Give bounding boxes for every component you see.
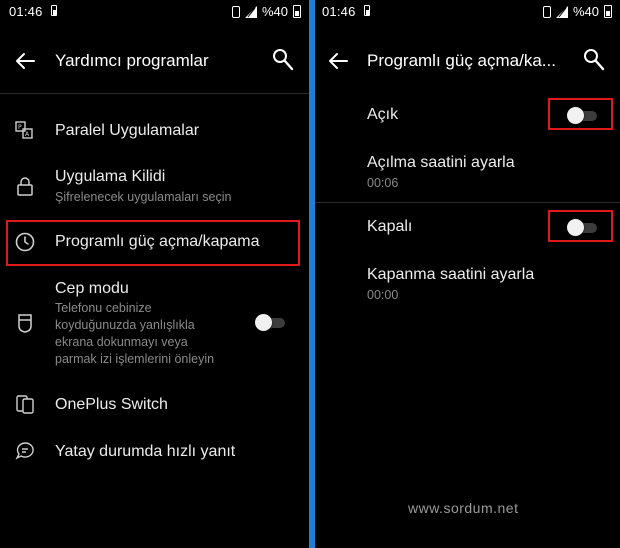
power-on-label: Açık xyxy=(367,106,399,123)
list-item-label: Cep modu xyxy=(55,280,129,297)
list-item-parallel-apps[interactable]: PA Paralel Uygulamalar xyxy=(0,110,309,150)
back-arrow-icon[interactable] xyxy=(14,50,36,72)
signal-icon xyxy=(555,5,568,18)
list-item-subtitle-line: koyduğunuzda yanlışlıkla xyxy=(55,318,195,332)
power-on-time-value: 00:06 xyxy=(367,176,399,190)
list-item-subtitle-line: Telefonu cebinize xyxy=(55,301,152,315)
divider xyxy=(315,202,620,203)
app-bar: Programlı güç açma/ka... xyxy=(315,22,620,100)
battery-percent: %40 xyxy=(261,4,288,19)
page-title: Programlı güç açma/ka... xyxy=(367,51,556,70)
back-arrow-icon[interactable] xyxy=(327,50,349,72)
status-bar: 01:46 %40 xyxy=(0,0,309,22)
power-off-label: Kapalı xyxy=(367,218,413,235)
highlight-box xyxy=(548,98,613,130)
power-off-time-value: 00:00 xyxy=(367,288,399,302)
power-off-time-label: Kapanma saatini ayarla xyxy=(367,266,535,283)
pocket-mode-toggle[interactable] xyxy=(255,314,285,331)
highlight-box xyxy=(548,210,613,242)
battery-icon xyxy=(604,5,612,18)
vibrate-icon xyxy=(542,5,551,18)
toggle-thumb xyxy=(255,314,272,331)
pocket-icon xyxy=(18,314,32,333)
switch-icon xyxy=(16,395,34,414)
lock-icon xyxy=(17,177,33,196)
status-time: 01:46 xyxy=(322,4,356,19)
list-item-app-locker[interactable]: Uygulama Kilidi Şifrelenecek uygulamalar… xyxy=(0,162,309,212)
left-screen: 01:46 %40 Yardımcı programlar PA Paralel… xyxy=(0,0,309,548)
battery-icon xyxy=(293,5,301,18)
vibrate-icon xyxy=(231,5,240,18)
app-bar: Yardımcı programlar xyxy=(0,22,309,100)
list-item-subtitle-line: parmak izi işlemlerini önleyin xyxy=(55,352,215,366)
svg-text:A: A xyxy=(25,131,30,138)
watermark: www.sordum.net xyxy=(408,500,519,516)
status-bar: 01:46 %40 xyxy=(315,0,620,22)
list-item-oneplus-switch[interactable]: OnePlus Switch xyxy=(0,384,309,424)
highlight-box xyxy=(6,220,300,266)
search-icon[interactable] xyxy=(583,48,605,72)
right-screen: 01:46 %40 Programlı güç açma/ka... Açık … xyxy=(315,0,620,548)
charging-icon xyxy=(51,5,57,16)
list-item-quick-reply[interactable]: Yatay durumda hızlı yanıt xyxy=(0,430,309,470)
list-item-label: Uygulama Kilidi xyxy=(55,168,166,185)
list-item-label: Yatay durumda hızlı yanıt xyxy=(55,443,236,460)
charging-icon xyxy=(364,5,370,16)
parallel-apps-icon: PA xyxy=(15,121,33,139)
setting-power-off-time[interactable]: Kapanma saatini ayarla 00:00 xyxy=(315,260,620,306)
list-item-subtitle-line: ekrana dokunmayı veya xyxy=(55,335,188,349)
search-icon[interactable] xyxy=(272,48,294,72)
list-item-pocket-mode[interactable]: Cep modu Telefonu cebinize koyduğunuzda … xyxy=(0,278,309,370)
divider xyxy=(0,93,309,94)
list-item-label: OnePlus Switch xyxy=(55,396,168,413)
power-on-time-label: Açılma saatini ayarla xyxy=(367,154,515,171)
quick-reply-icon xyxy=(15,442,34,460)
status-time: 01:46 xyxy=(9,4,43,19)
page-title: Yardımcı programlar xyxy=(55,51,209,70)
list-item-label: Paralel Uygulamalar xyxy=(55,122,200,139)
signal-icon xyxy=(244,5,257,18)
list-item-subtitle: Şifrelenecek uygulamaları seçin xyxy=(55,190,232,204)
svg-text:P: P xyxy=(18,124,22,131)
setting-power-on-time[interactable]: Açılma saatini ayarla 00:06 xyxy=(315,148,620,194)
battery-percent: %40 xyxy=(572,4,599,19)
